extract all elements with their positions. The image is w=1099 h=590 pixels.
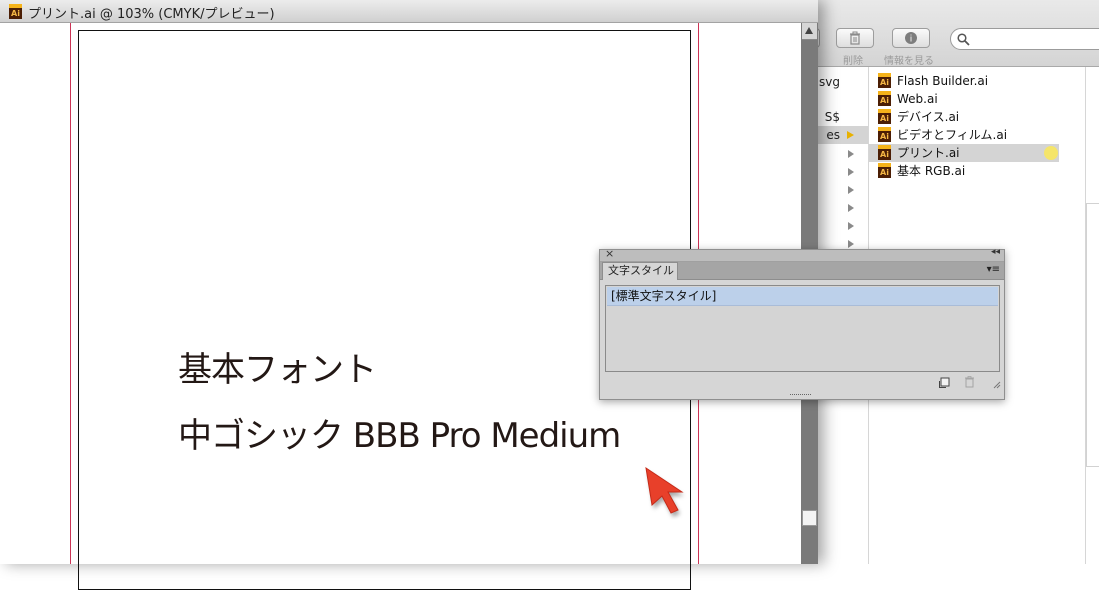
- illustrator-file-icon: Ai: [9, 4, 22, 19]
- new-style-icon[interactable]: [939, 377, 950, 388]
- file-row[interactable]: Ai デバイス.ai: [869, 108, 1059, 126]
- preview-pane: [1086, 203, 1099, 467]
- panel-menu-icon[interactable]: ▾≡: [987, 264, 1000, 275]
- illustrator-file-icon: Ai: [878, 91, 891, 106]
- style-list: [標準文字スタイル]: [605, 285, 1000, 372]
- info-icon: i: [905, 32, 917, 45]
- pointer-arrow-icon: [645, 466, 684, 517]
- panel-collapse-icon[interactable]: ◂◂: [991, 247, 1000, 257]
- search-input[interactable]: [950, 28, 1099, 50]
- disclosure-arrow-icon[interactable]: [848, 222, 854, 230]
- file-row[interactable]: Ai Web.ai: [869, 90, 1059, 108]
- trash-icon: [850, 31, 860, 45]
- finder-toolbar: 削除 i 情報を見る: [782, 0, 1099, 67]
- document-title: プリント.ai @ 103% (CMYK/プレビュー): [28, 7, 275, 22]
- panel-header[interactable]: × ◂◂: [600, 247, 1004, 262]
- file-name: Web.ai: [897, 92, 938, 106]
- illustrator-file-icon: Ai: [878, 145, 891, 160]
- panel-close-icon[interactable]: ×: [605, 247, 614, 260]
- file-name: Flash Builder.ai: [897, 74, 989, 88]
- disclosure-arrow-icon[interactable]: [848, 204, 854, 212]
- delete-button[interactable]: [836, 28, 874, 48]
- search-icon: [957, 33, 970, 46]
- file-row[interactable]: Ai ビデオとフィルム.ai: [869, 126, 1059, 144]
- disclosure-arrow-icon[interactable]: [848, 186, 854, 194]
- delete-label: 削除: [843, 56, 863, 67]
- file-row[interactable]: Ai 基本 RGB.ai: [869, 162, 1059, 180]
- column-item-label: es: [826, 128, 840, 142]
- file-row[interactable]: Ai Flash Builder.ai: [869, 72, 1059, 90]
- file-name: ビデオとフィルム.ai: [897, 128, 1008, 142]
- file-name: プリント.ai: [897, 146, 960, 160]
- disclosure-arrow-icon[interactable]: [848, 150, 854, 158]
- resize-grip-icon[interactable]: [992, 380, 1001, 389]
- bleed-guide-left: [70, 23, 71, 564]
- file-row-selected[interactable]: Ai プリント.ai: [869, 144, 1059, 162]
- panel-tab-row: 文字スタイル ▾≡: [600, 262, 1004, 280]
- style-item-selected[interactable]: [標準文字スタイル]: [607, 287, 998, 306]
- disclosure-arrow-icon: [847, 131, 854, 139]
- panel-drag-handle[interactable]: [790, 393, 812, 396]
- artboard-text-line1[interactable]: 基本フォント: [178, 342, 377, 391]
- document-titlebar[interactable]: Ai プリント.ai @ 103% (CMYK/プレビュー): [0, 0, 818, 23]
- tab-character-styles[interactable]: 文字スタイル: [602, 262, 678, 280]
- illustrator-file-icon: Ai: [878, 163, 891, 178]
- scroll-thumb[interactable]: [802, 510, 817, 526]
- svg-text:i: i: [910, 35, 913, 45]
- get-info-label: 情報を見る: [884, 56, 934, 67]
- illustrator-file-icon: Ai: [878, 109, 891, 124]
- disclosure-arrow-icon[interactable]: [848, 240, 854, 248]
- illustrator-file-icon: Ai: [878, 73, 891, 88]
- delete-style-icon[interactable]: [964, 376, 975, 388]
- file-name: デバイス.ai: [897, 110, 960, 124]
- illustrator-file-icon: Ai: [878, 127, 891, 142]
- file-name: 基本 RGB.ai: [897, 164, 966, 178]
- character-styles-panel: × ◂◂ 文字スタイル ▾≡ [標準文字スタイル]: [599, 247, 1005, 400]
- get-info-button[interactable]: i: [892, 28, 930, 48]
- color-label-dot: [1044, 146, 1058, 160]
- artboard-text-line2[interactable]: 中ゴシック BBB Pro Medium: [178, 408, 621, 457]
- scroll-up-arrow-icon[interactable]: [802, 23, 817, 40]
- disclosure-arrow-icon[interactable]: [848, 168, 854, 176]
